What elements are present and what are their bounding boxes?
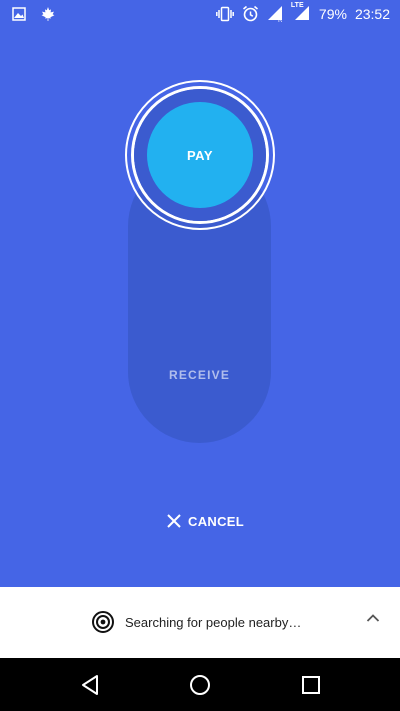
home-icon[interactable] (187, 672, 213, 698)
app-screen: R LTE 79% 23:52 RECEIVE PAY CANCEL Searc… (0, 0, 400, 711)
target-icon (91, 610, 115, 634)
close-icon (166, 513, 182, 529)
status-bar: R LTE 79% 23:52 (0, 0, 400, 30)
maple-leaf-icon (40, 6, 56, 22)
clock-time: 23:52 (354, 5, 390, 22)
system-nav-bar (0, 658, 400, 711)
lte-signal-icon: LTE (291, 2, 311, 22)
pay-button[interactable]: PAY (147, 102, 253, 208)
battery-percentage: 79% (318, 5, 347, 22)
cancel-button[interactable]: CANCEL (162, 508, 248, 534)
recents-icon[interactable] (298, 672, 324, 698)
vibrate-icon (215, 6, 234, 22)
chevron-up-icon[interactable] (366, 613, 380, 623)
back-icon[interactable] (77, 672, 103, 698)
signal-icon: R (267, 5, 283, 22)
svg-text:R: R (278, 17, 282, 22)
image-icon (12, 7, 26, 21)
nearby-search-sheet[interactable]: Searching for people nearby… (0, 587, 400, 658)
cancel-label: CANCEL (188, 513, 244, 529)
receive-option[interactable]: RECEIVE (128, 368, 271, 382)
alarm-icon (242, 5, 259, 22)
search-status-text: Searching for people nearby… (125, 614, 302, 630)
